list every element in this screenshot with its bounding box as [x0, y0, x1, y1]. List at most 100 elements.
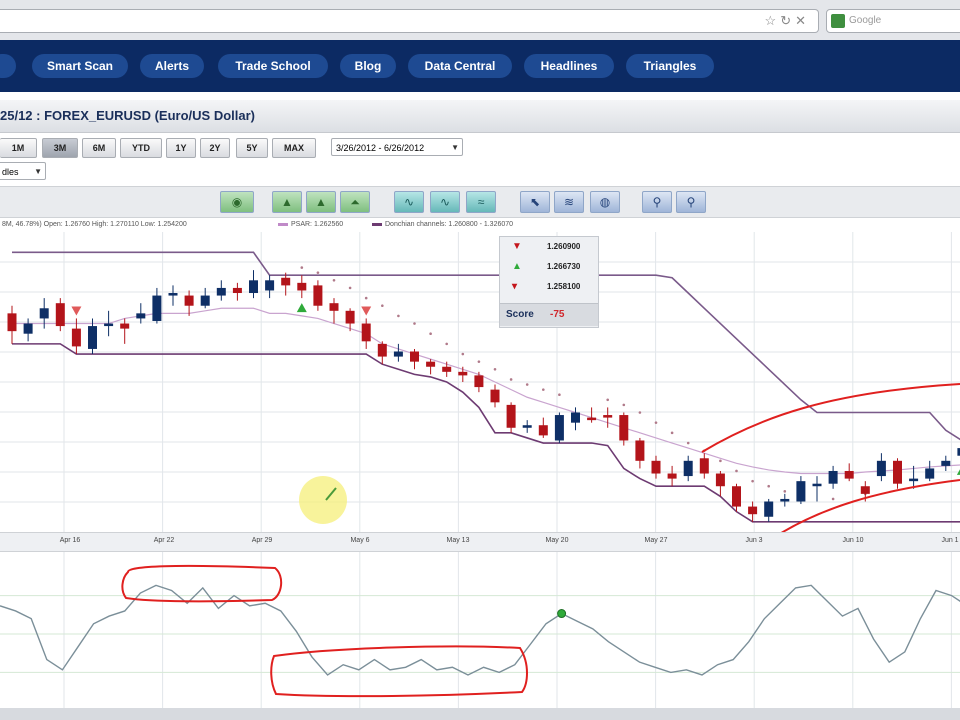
legend-donchian-text: Donchian channels: 1.260800 - 1.326070: [385, 221, 514, 228]
candle-up: [216, 287, 226, 296]
candle-up: [249, 280, 258, 294]
psar-dot: [364, 296, 368, 300]
psar-dot: [429, 332, 432, 335]
indicator-c-icon[interactable]: ⏶: [340, 191, 370, 213]
infobox-value: 1.266730: [547, 262, 581, 271]
psar-dot: [525, 383, 529, 386]
x-tick-label: Jun 3: [745, 537, 763, 544]
chart-title-bar: 25/12 : FOREX_EURUSD (Euro/US Dollar): [0, 100, 960, 133]
range-button-max[interactable]: MAX: [272, 138, 316, 158]
psar-dot: [332, 279, 336, 282]
x-tick-label: Apr 29: [251, 537, 273, 544]
psar-dot: [542, 388, 545, 391]
candle-down: [313, 285, 323, 306]
psar-dot: [638, 411, 642, 414]
search-placeholder: Google: [849, 15, 882, 26]
nav-item-data-central[interactable]: Data Central: [408, 54, 512, 78]
legend-donchian: Donchian channels: 1.260800 - 1.326070: [372, 221, 513, 228]
legend-psar-text: PSAR: 1.262560: [291, 221, 344, 228]
candle-down: [426, 361, 436, 367]
nav-item-headlines[interactable]: Headlines: [524, 54, 614, 78]
nav-item-alerts[interactable]: Alerts: [140, 54, 204, 78]
candle-up: [796, 481, 806, 502]
infobox-row: ▲ 1.266730: [500, 259, 598, 275]
oscillator-background: [0, 552, 960, 708]
indicator-b-icon[interactable]: ▲: [306, 191, 336, 213]
eye-icon[interactable]: ◉: [220, 191, 254, 213]
cursor-icon[interactable]: ⬉: [520, 191, 550, 213]
zoom-out-icon[interactable]: ⚲: [676, 191, 706, 213]
score-row: Score -75: [500, 303, 598, 326]
candle-down: [844, 470, 854, 479]
candle-down: [410, 351, 419, 362]
psar-dot: [558, 393, 561, 397]
candle-down: [506, 404, 516, 428]
nav-item-home[interactable]: [0, 54, 16, 78]
candle-down: [281, 277, 291, 286]
infobox-value: 1.258100: [547, 282, 581, 291]
stop-icon[interactable]: ✕: [795, 13, 810, 28]
chart-type-value: dles: [2, 167, 19, 177]
psar-dot: [509, 378, 513, 381]
candle-up: [104, 323, 114, 327]
browser-search-field[interactable]: Google: [826, 9, 960, 33]
legend-donchian-swatch: [372, 222, 382, 226]
range-button-1m[interactable]: 1M: [0, 138, 37, 158]
candle-down: [715, 473, 725, 487]
star-icon[interactable]: ☆: [765, 13, 781, 28]
indicator-a-icon[interactable]: ▲: [272, 191, 302, 213]
chart-type-select[interactable]: dles ▼: [0, 162, 46, 180]
wave-chart-icon[interactable]: ≈: [466, 191, 496, 213]
candle-down: [490, 389, 500, 403]
signal-infobox: ▼ 1.260900 ▲ 1.266730 ▾ 1.258100 Score -…: [499, 236, 599, 328]
price-chart[interactable]: [0, 232, 960, 532]
nav-item-trade-school[interactable]: Trade School: [218, 54, 328, 78]
chevron-down-icon: ▼: [34, 167, 42, 176]
globe-icon[interactable]: ◍: [590, 191, 620, 213]
address-bar[interactable]: ☆↻✕: [0, 9, 819, 33]
candle-up: [812, 483, 822, 487]
x-tick-label: May 6: [350, 537, 370, 544]
candle-down: [732, 486, 741, 507]
candle-down: [361, 323, 371, 342]
draw-icon[interactable]: ≋: [554, 191, 584, 213]
range-button-1y[interactable]: 1Y: [166, 138, 196, 158]
nav-item-triangles[interactable]: Triangles: [626, 54, 714, 78]
x-tick-label: May 13: [446, 537, 470, 544]
candle-up: [23, 323, 33, 334]
date-range-select[interactable]: 3/26/2012 - 6/26/2012 ▼: [331, 138, 463, 156]
candle-up: [168, 293, 178, 296]
oscillator-chart[interactable]: [0, 552, 960, 708]
nav-item-smart-scan[interactable]: Smart Scan: [32, 54, 128, 78]
reload-icon[interactable]: ↻: [780, 13, 795, 28]
candle-down: [71, 328, 81, 347]
psar-dot: [735, 469, 738, 473]
candle-down: [442, 366, 452, 372]
candle-up: [39, 308, 49, 319]
candle-down: [635, 440, 645, 461]
range-button-ytd[interactable]: YTD: [120, 138, 162, 158]
nav-item-blog[interactable]: Blog: [340, 54, 396, 78]
candle-down: [860, 486, 870, 494]
candle-up: [925, 468, 935, 479]
candle-down: [55, 303, 65, 327]
zoom-in-icon[interactable]: ⚲: [642, 191, 672, 213]
google-search-icon: [831, 14, 845, 28]
candle-down: [587, 417, 597, 421]
candle-up: [876, 460, 886, 477]
candle-down: [458, 371, 468, 376]
candle-up: [780, 498, 790, 502]
line-chart-icon[interactable]: ∿: [394, 191, 424, 213]
candle-down: [538, 425, 548, 436]
range-button-2y[interactable]: 2Y: [200, 138, 230, 158]
oscillator-signal-point: [557, 609, 567, 619]
psar-dot: [686, 441, 690, 445]
x-tick-label: Jun 1: [941, 537, 959, 544]
area-chart-icon[interactable]: ∿: [430, 191, 460, 213]
candle-down: [619, 415, 629, 441]
range-button-3m[interactable]: 3M: [42, 138, 78, 158]
range-button-5y[interactable]: 5Y: [236, 138, 268, 158]
score-label: Score: [506, 309, 534, 320]
range-button-6m[interactable]: 6M: [82, 138, 116, 158]
candle-up: [265, 280, 275, 291]
